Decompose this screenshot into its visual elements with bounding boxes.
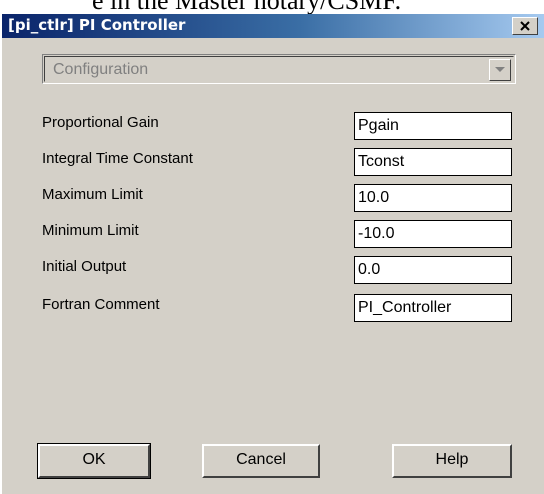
ok-button[interactable]: OK (37, 443, 151, 479)
cancel-button[interactable]: Cancel (202, 444, 320, 478)
close-icon (520, 21, 530, 31)
integral-time-constant-label: Integral Time Constant (42, 150, 193, 167)
initial-output-field[interactable]: 0.0 (354, 256, 512, 284)
dialog-title: [pi_ctlr] PI Controller (8, 16, 186, 34)
proportional-gain-field[interactable]: Pgain (354, 112, 512, 140)
proportional-gain-label: Proportional Gain (42, 114, 159, 131)
category-dropdown-value: Configuration (53, 61, 149, 78)
close-button[interactable] (512, 17, 538, 35)
chevron-down-icon (495, 67, 505, 72)
minimum-limit-field[interactable]: -10.0 (354, 220, 512, 248)
title-bar[interactable]: [pi_ctlr] PI Controller (2, 14, 544, 38)
fortran-comment-label: Fortran Comment (42, 296, 160, 313)
minimum-limit-label: Minimum Limit (42, 222, 139, 239)
help-button[interactable]: Help (392, 444, 512, 478)
fortran-comment-field[interactable]: PI_Controller (354, 294, 512, 322)
maximum-limit-field[interactable]: 10.0 (354, 184, 512, 212)
pi-controller-dialog: [pi_ctlr] PI Controller Configuration Pr… (2, 14, 544, 494)
integral-time-constant-field[interactable]: Tconst (354, 148, 512, 176)
category-dropdown[interactable]: Configuration (42, 54, 516, 84)
maximum-limit-label: Maximum Limit (42, 186, 143, 203)
initial-output-label: Initial Output (42, 258, 127, 275)
dropdown-arrow-button[interactable] (489, 59, 511, 81)
